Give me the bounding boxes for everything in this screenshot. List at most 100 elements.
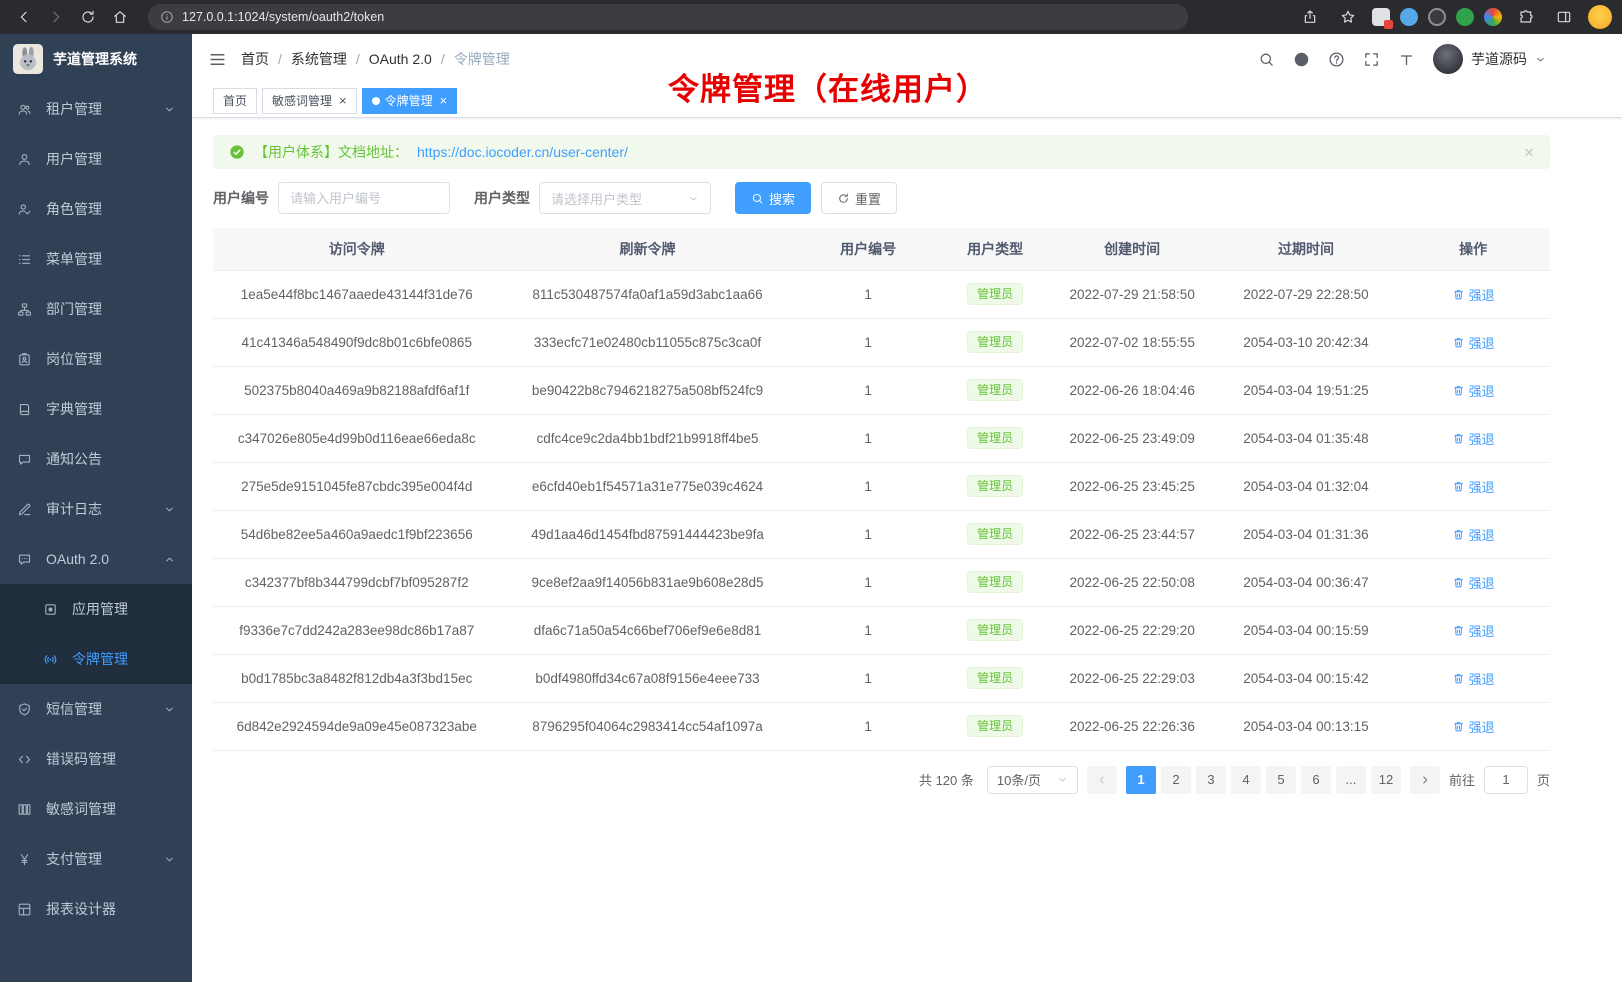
profile-avatar[interactable] [1588,5,1612,29]
reset-button-label: 重置 [855,189,881,208]
home-button[interactable] [106,4,134,30]
sidebar-item-oauth2-token[interactable]: 令牌管理 [0,634,192,684]
force-logout-button[interactable]: 强退 [1452,333,1495,352]
doc-link[interactable]: https://doc.iocoder.cn/user-center/ [417,144,628,160]
extension-icon[interactable] [1428,8,1446,26]
user-menu[interactable]: 芋道源码 [1433,44,1546,74]
github-icon[interactable] [1293,51,1310,68]
page-button-1[interactable]: 1 [1126,766,1156,794]
search-icon[interactable] [1258,51,1275,68]
font-size-icon[interactable] [1398,51,1415,68]
force-logout-button[interactable]: 强退 [1452,573,1495,592]
sidebar-item-label: 敏感词管理 [46,799,116,819]
page-button-5[interactable]: 5 [1266,766,1296,794]
sidebar-item-audit[interactable]: 审计日志 [0,484,192,534]
next-page-button[interactable] [1410,766,1440,794]
force-logout-button[interactable]: 强退 [1452,621,1495,640]
force-logout-button[interactable]: 强退 [1452,429,1495,448]
page-button-4[interactable]: 4 [1231,766,1261,794]
close-tab-icon[interactable]: × [440,94,448,107]
action-cell: 强退 [1396,606,1550,654]
prev-page-button[interactable] [1087,766,1117,794]
extension-icon[interactable] [1372,8,1390,26]
arrow-right-icon [48,9,64,25]
table-row: 54d6be82ee5a460a9aedc1f9bf22365649d1aa46… [213,510,1550,558]
reload-button[interactable] [74,4,102,30]
sidebar-item-role[interactable]: 角色管理 [0,184,192,234]
back-button[interactable] [10,4,38,30]
forward-button[interactable] [42,4,70,30]
address-bar[interactable]: 127.0.0.1:1024/system/oauth2/token [148,4,1188,30]
user-id-input[interactable] [278,182,450,214]
force-logout-label: 强退 [1469,477,1495,496]
sidebar-item-sensitive[interactable]: 敏感词管理 [0,784,192,834]
user-avatar [1433,44,1463,74]
tab-敏感词管理[interactable]: 敏感词管理× [262,88,357,114]
extension-icon[interactable] [1400,8,1418,26]
sidebar-item-menu[interactable]: 菜单管理 [0,234,192,284]
page-button-12[interactable]: 12 [1371,766,1401,794]
force-logout-label: 强退 [1469,429,1495,448]
hamburger-icon[interactable] [208,50,227,69]
force-logout-button[interactable]: 强退 [1452,717,1495,736]
sidebar-item-user[interactable]: 用户管理 [0,134,192,184]
breadcrumb-item[interactable]: OAuth 2.0 [369,51,432,67]
user-id-cell: 1 [795,558,942,606]
alert-text: 【用户体系】文档地址： [254,142,408,162]
sidebar-item-oauth2-app[interactable]: 应用管理 [0,584,192,634]
force-logout-button[interactable]: 强退 [1452,381,1495,400]
created-time-cell: 2022-06-25 23:45:25 [1049,462,1216,510]
page-size-select[interactable]: 10条/页 [987,766,1078,794]
close-tab-icon[interactable]: × [339,94,347,107]
user-type-cell: 管理员 [942,702,1049,750]
refresh-token-cell: be90422b8c7946218275a508bf524fc9 [500,366,794,414]
force-logout-button[interactable]: 强退 [1452,525,1495,544]
sidebar-item-errcode[interactable]: 错误码管理 [0,734,192,784]
pager-ellipsis[interactable]: ... [1336,766,1366,794]
code-icon [17,752,32,767]
search-button[interactable]: 搜索 [735,182,811,214]
breadcrumb-item[interactable]: 系统管理 [291,49,347,69]
sidebar-item-oauth2[interactable]: OAuth 2.0 [0,534,192,584]
sidebar-item-notice[interactable]: 通知公告 [0,434,192,484]
chevron-down-icon [164,504,175,515]
close-alert-icon[interactable]: × [1524,144,1534,161]
sidebar-item-dept[interactable]: 部门管理 [0,284,192,334]
force-logout-label: 强退 [1469,381,1495,400]
page-button-6[interactable]: 6 [1301,766,1331,794]
sidebar-item-post[interactable]: 岗位管理 [0,334,192,384]
user-id-cell: 1 [795,318,942,366]
tree-icon [17,302,32,317]
bookmark-star-icon[interactable] [1334,4,1362,30]
extension-icon[interactable] [1456,8,1474,26]
sidebar-item-sms[interactable]: 短信管理 [0,684,192,734]
fullscreen-icon[interactable] [1363,51,1380,68]
tab-令牌管理[interactable]: 令牌管理× [362,88,458,114]
force-logout-label: 强退 [1469,525,1495,544]
app-logo[interactable]: 芋道管理系统 [0,34,192,84]
breadcrumb-item[interactable]: 首页 [241,49,269,69]
force-logout-button[interactable]: 强退 [1452,285,1495,304]
sidebar-item-pay[interactable]: 支付管理 [0,834,192,884]
reset-button[interactable]: 重置 [821,182,897,214]
force-logout-button[interactable]: 强退 [1452,669,1495,688]
user-type-cell: 管理员 [942,654,1049,702]
question-icon[interactable] [1328,51,1345,68]
extensions-puzzle-icon[interactable] [1512,4,1540,30]
sidebar-menu: 租户管理用户管理角色管理菜单管理部门管理岗位管理字典管理通知公告审计日志OAut… [0,84,192,982]
share-button[interactable] [1296,4,1324,30]
extension-icon[interactable] [1484,8,1502,26]
side-panel-icon[interactable] [1550,4,1578,30]
created-time-cell: 2022-06-25 22:29:03 [1049,654,1216,702]
page-button-3[interactable]: 3 [1196,766,1226,794]
sidebar-item-dict[interactable]: 字典管理 [0,384,192,434]
page-button-2[interactable]: 2 [1161,766,1191,794]
sidebar-item-report[interactable]: 报表设计器 [0,884,192,934]
goto-page-input[interactable] [1484,766,1528,794]
sidebar-item-tenant[interactable]: 租户管理 [0,84,192,134]
user-type-select[interactable]: 请选择用户类型 [539,182,711,214]
tab-首页[interactable]: 首页 [213,88,257,114]
check-circle-icon [229,144,245,160]
force-logout-button[interactable]: 强退 [1452,477,1495,496]
arrow-left-icon [16,9,32,25]
